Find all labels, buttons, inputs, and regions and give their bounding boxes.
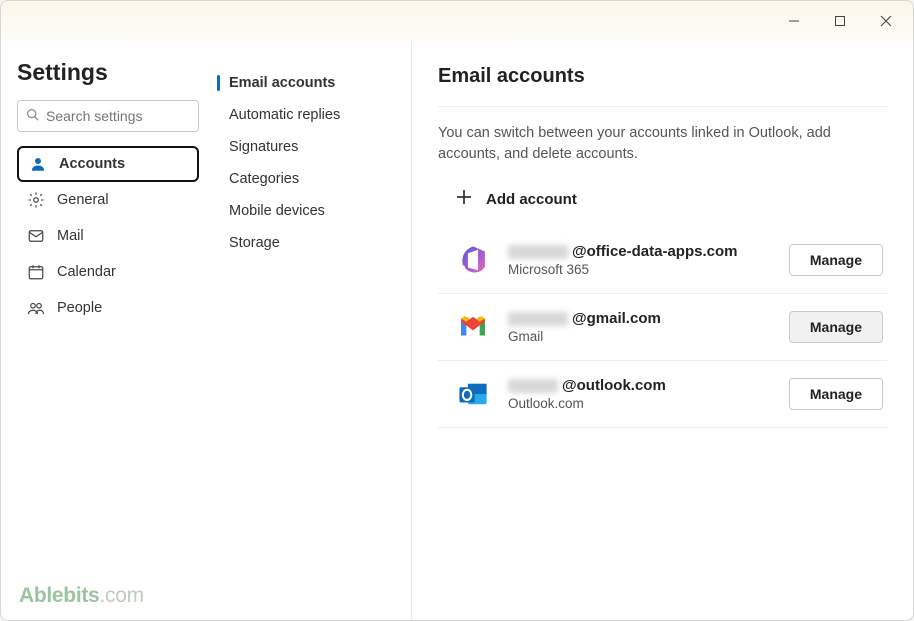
sidebar-item-calendar[interactable]: Calendar — [17, 254, 199, 290]
settings-title: Settings — [17, 59, 199, 86]
manage-button[interactable]: Manage — [789, 311, 883, 343]
minimize-button[interactable] — [771, 5, 817, 37]
sidebar-item-accounts[interactable]: Accounts — [17, 146, 199, 182]
add-account-label: Add account — [486, 191, 577, 208]
main-panel: Email accounts You can switch between yo… — [411, 41, 913, 620]
m365-icon — [456, 243, 490, 277]
search-input[interactable] — [17, 100, 199, 132]
close-button[interactable] — [863, 5, 909, 37]
subnav-item-mobile-devices[interactable]: Mobile devices — [211, 195, 401, 227]
account-row: @outlook.com Outlook.com Manage — [438, 361, 887, 428]
page-description: You can switch between your accounts lin… — [438, 123, 887, 165]
sidebar-item-mail[interactable]: Mail — [17, 218, 199, 254]
account-row: @gmail.com Gmail Manage — [438, 294, 887, 361]
manage-button[interactable]: Manage — [789, 244, 883, 276]
sidebar-item-label: People — [57, 300, 102, 316]
account-email-suffix: @office-data-apps.com — [572, 243, 737, 260]
mail-icon — [27, 227, 45, 245]
account-email-suffix: @outlook.com — [562, 377, 666, 394]
account-provider: Outlook.com — [508, 396, 771, 411]
account-provider: Microsoft 365 — [508, 262, 771, 277]
maximize-button[interactable] — [817, 5, 863, 37]
watermark: Ablebits.com — [19, 584, 144, 608]
manage-button[interactable]: Manage — [789, 378, 883, 410]
account-info: @gmail.com Gmail — [508, 310, 771, 344]
window-titlebar — [1, 1, 913, 41]
sidebar-item-label: Calendar — [57, 264, 116, 280]
account-email: @gmail.com — [508, 310, 771, 327]
account-provider: Gmail — [508, 329, 771, 344]
secondary-sidebar: Email accountsAutomatic repliesSignature… — [211, 41, 411, 620]
subnav-item-storage[interactable]: Storage — [211, 227, 401, 259]
redacted-username — [508, 379, 558, 393]
redacted-username — [508, 312, 568, 326]
primary-sidebar: Settings Accounts General Mail Calendar Peop… — [1, 41, 211, 620]
subnav-item-signatures[interactable]: Signatures — [211, 131, 401, 163]
account-info: @office-data-apps.com Microsoft 365 — [508, 243, 771, 277]
calendar-icon — [27, 263, 45, 281]
plus-icon — [456, 189, 472, 209]
sidebar-item-general[interactable]: General — [17, 182, 199, 218]
account-email: @outlook.com — [508, 377, 771, 394]
account-email: @office-data-apps.com — [508, 243, 771, 260]
people-icon — [27, 299, 45, 317]
sidebar-item-label: Accounts — [59, 156, 125, 172]
add-account-button[interactable]: Add account — [438, 183, 887, 227]
sidebar-item-label: General — [57, 192, 109, 208]
sidebar-item-people[interactable]: People — [17, 290, 199, 326]
subnav-item-categories[interactable]: Categories — [211, 163, 401, 195]
subnav-item-email-accounts[interactable]: Email accounts — [211, 67, 401, 99]
search-icon — [26, 108, 39, 124]
subnav-item-automatic-replies[interactable]: Automatic replies — [211, 99, 401, 131]
account-row: @office-data-apps.com Microsoft 365 Manage — [438, 227, 887, 294]
gear-icon — [27, 191, 45, 209]
search-wrap — [17, 100, 199, 132]
sidebar-item-label: Mail — [57, 228, 84, 244]
account-email-suffix: @gmail.com — [572, 310, 661, 327]
gmail-icon — [456, 310, 490, 344]
redacted-username — [508, 245, 568, 259]
page-title: Email accounts — [438, 65, 887, 88]
settings-window: Settings Accounts General Mail Calendar Peop… — [0, 0, 914, 621]
person-icon — [29, 155, 47, 173]
account-info: @outlook.com Outlook.com — [508, 377, 771, 411]
outlook-icon — [456, 377, 490, 411]
divider — [438, 106, 887, 107]
